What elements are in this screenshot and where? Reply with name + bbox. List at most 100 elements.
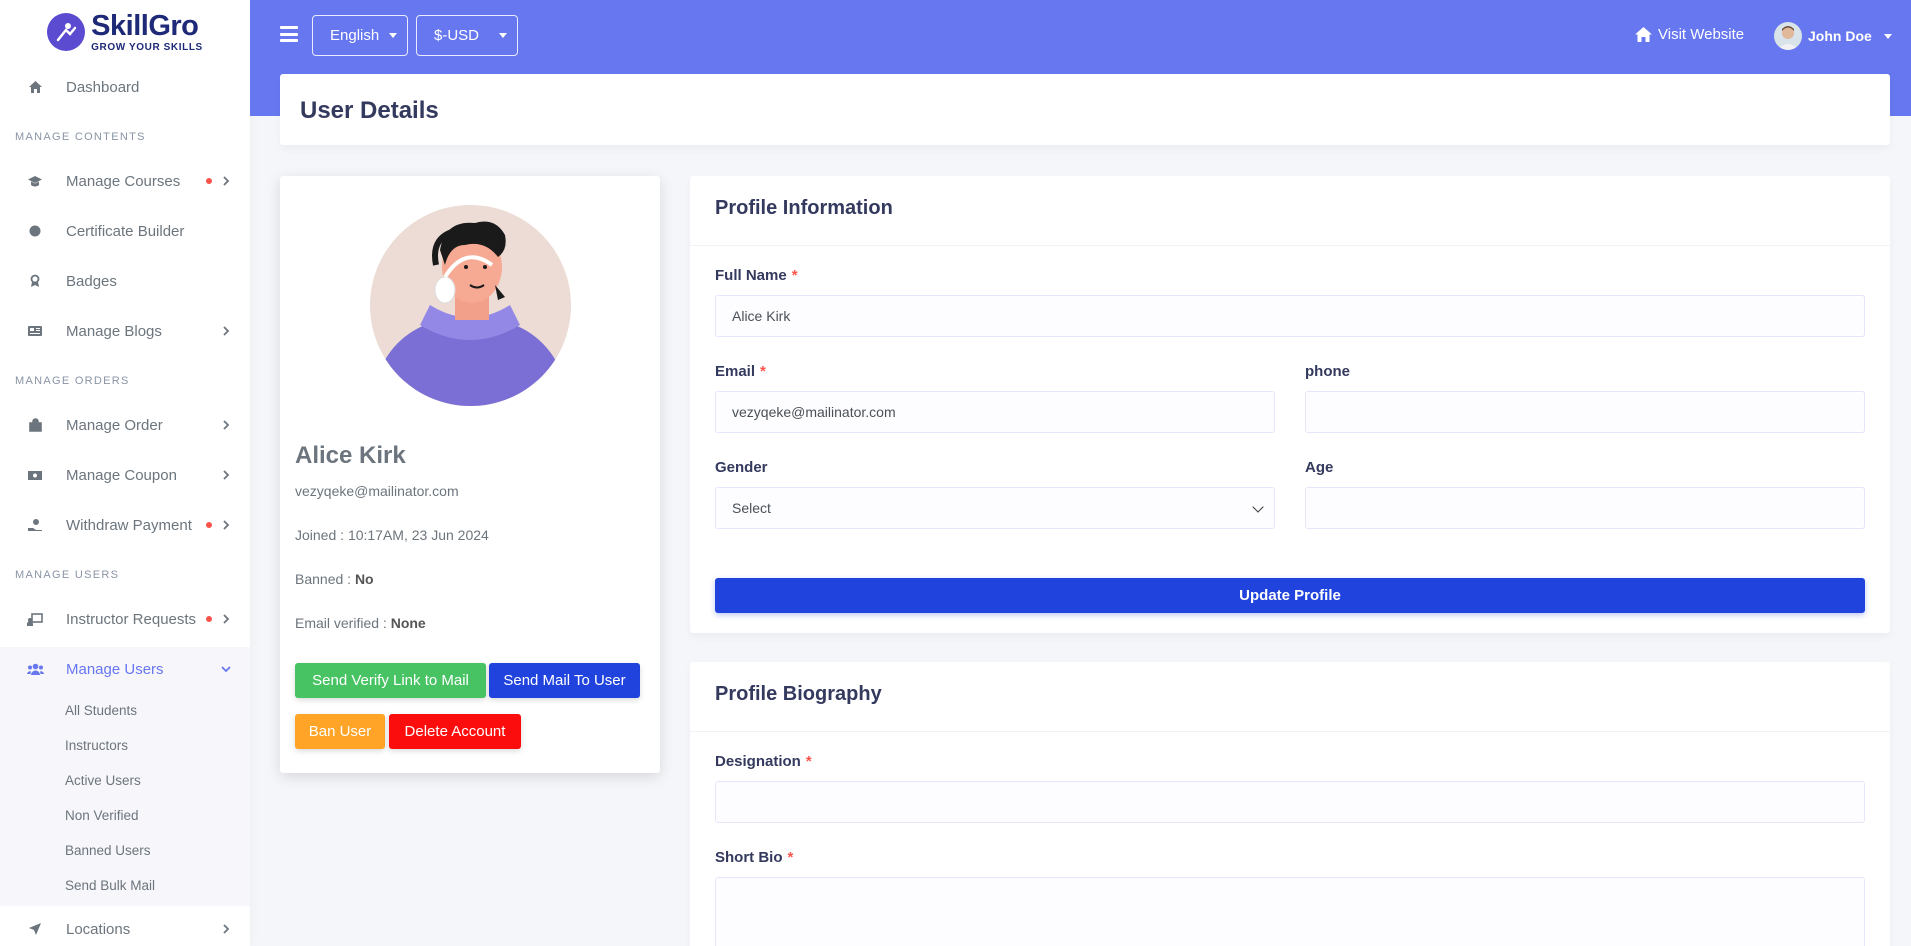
chevron-right-icon (223, 470, 230, 480)
sidebar-item-dashboard[interactable]: Dashboard (0, 65, 250, 109)
profile-email: vezyqeke@mailinator.com (295, 483, 459, 499)
caret-down-icon (1883, 33, 1892, 39)
gender-select[interactable]: Select (715, 487, 1275, 529)
sidebar-item-label: Badges (66, 272, 117, 290)
submenu-item-non-verified[interactable]: Non Verified (65, 808, 139, 823)
menu-header-orders: MANAGE ORDERS (15, 375, 130, 387)
notification-dot (206, 522, 212, 528)
visit-website-link[interactable]: Visit Website (1634, 26, 1744, 43)
profile-name: Alice Kirk (295, 442, 406, 469)
profile-banned: Banned : No (295, 571, 374, 587)
banned-label: Banned : (295, 571, 355, 587)
submenu-item-all-students[interactable]: All Students (65, 703, 137, 718)
language-value: English (330, 27, 380, 44)
user-menu[interactable]: John Doe (1774, 22, 1892, 50)
sidebar-item-coupon[interactable]: Manage Coupon (0, 453, 250, 497)
sidebar-item-order[interactable]: Manage Order (0, 403, 250, 447)
chalkboard-user-icon (26, 610, 44, 628)
brand-tagline: GROW YOUR SKILLS (91, 41, 203, 53)
sidebar-item-label: Manage Users (66, 660, 164, 678)
sidebar-item-label: Manage Order (66, 416, 163, 434)
submenu-item-active-users[interactable]: Active Users (65, 773, 141, 788)
submenu-background (0, 688, 250, 906)
sidebar-item-label: Manage Coupon (66, 466, 177, 484)
brand-name: SkillGro (91, 9, 199, 42)
joined-value: 10:17AM, 23 Jun 2024 (347, 527, 489, 543)
chevron-right-icon (223, 520, 230, 530)
hand-holding-money-icon (26, 516, 44, 534)
profile-card: Alice Kirk vezyqeke@mailinator.com Joine… (280, 176, 660, 773)
chevron-down-icon (1252, 501, 1264, 513)
chevron-right-icon (223, 420, 230, 430)
update-profile-button[interactable]: Update Profile (715, 578, 1865, 613)
email-label: Email * (715, 363, 766, 380)
menu-header-contents: MANAGE CONTENTS (15, 131, 146, 143)
full-name-label: Full Name * (715, 267, 798, 284)
home-icon (26, 78, 44, 96)
age-input[interactable] (1305, 487, 1865, 529)
full-name-input[interactable]: Alice Kirk (715, 295, 1865, 337)
submenu-item-send-bulk-mail[interactable]: Send Bulk Mail (65, 878, 155, 893)
profile-avatar (370, 205, 571, 406)
location-arrow-icon (26, 920, 44, 938)
sidebar-item-instructor-requests[interactable]: Instructor Requests (0, 597, 250, 641)
chevron-down-icon (221, 666, 231, 673)
sidebar-item-label: Locations (66, 920, 131, 938)
chevron-right-icon (223, 614, 230, 624)
card-title: Profile Biography (715, 683, 882, 705)
sidebar-item-locations[interactable]: Locations (0, 907, 250, 946)
profile-information-card: Profile Information Full Name * Alice Kir… (690, 176, 1890, 633)
phone-label: phone (1305, 363, 1350, 380)
sidebar-item-courses[interactable]: Manage Courses (0, 159, 250, 203)
sidebar: SkillGro GROW YOUR SKILLS Dashboard MANA… (0, 0, 250, 946)
brand-logo-icon (47, 13, 86, 51)
designation-input[interactable] (715, 781, 1865, 823)
sidebar-item-badges[interactable]: Badges (0, 259, 250, 303)
sidebar-item-withdraw[interactable]: Withdraw Payment (0, 503, 250, 547)
ban-user-button[interactable]: Ban User (295, 714, 385, 749)
submenu-item-banned-users[interactable]: Banned Users (65, 843, 151, 858)
sidebar-item-manage-users[interactable]: Manage Users (0, 647, 250, 691)
award-icon (26, 272, 44, 290)
short-bio-label: Short Bio * (715, 849, 794, 866)
short-bio-textarea[interactable] (715, 877, 1865, 946)
banned-value: No (354, 571, 374, 587)
send-mail-button[interactable]: Send Mail To User (489, 663, 640, 698)
sidebar-item-label: Certificate Builder (66, 222, 185, 240)
page-header-card: User Details (280, 74, 1890, 145)
hamburger-menu-icon[interactable] (280, 26, 298, 42)
joined-label: Joined : (295, 527, 348, 543)
home-icon (1635, 27, 1652, 42)
sidebar-item-blogs[interactable]: Manage Blogs (0, 309, 250, 353)
card-title: Profile Information (715, 197, 893, 219)
verified-label: Email verified : (295, 615, 391, 631)
phone-input[interactable] (1305, 391, 1865, 433)
brand[interactable]: SkillGro GROW YOUR SKILLS (0, 0, 250, 64)
email-input[interactable]: vezyqeke@mailinator.com (715, 391, 1275, 433)
newspaper-icon (26, 322, 44, 340)
sidebar-item-certificate[interactable]: Certificate Builder (0, 209, 250, 253)
user-avatar (1774, 22, 1802, 50)
profile-biography-card: Profile Biography Designation * Short Bio… (690, 662, 1890, 946)
graduation-cap-icon (26, 172, 44, 190)
chevron-right-icon (223, 326, 230, 336)
currency-select[interactable]: $-USD (416, 15, 518, 56)
user-name: John Doe (1808, 28, 1872, 44)
sidebar-item-label: Withdraw Payment (66, 516, 192, 534)
chevron-right-icon (223, 924, 230, 934)
profile-email-verified: Email verified : None (295, 615, 426, 631)
notification-dot (206, 616, 212, 622)
currency-value: $-USD (434, 27, 480, 44)
sidebar-item-label: Manage Courses (66, 172, 181, 190)
shopping-bag-icon (26, 416, 44, 434)
delete-account-button[interactable]: Delete Account (389, 714, 521, 749)
notification-dot (206, 178, 212, 184)
menu-header-users: MANAGE USERS (15, 569, 120, 581)
users-icon (26, 660, 44, 678)
visit-website-label: Visit Website (1658, 26, 1745, 43)
submenu-item-instructors[interactable]: Instructors (65, 738, 128, 753)
profile-joined: Joined : 10:17AM, 23 Jun 2024 (295, 527, 489, 543)
send-verify-link-button[interactable]: Send Verify Link to Mail (295, 663, 486, 698)
language-select[interactable]: English (312, 15, 408, 56)
page-title: User Details (300, 97, 439, 124)
